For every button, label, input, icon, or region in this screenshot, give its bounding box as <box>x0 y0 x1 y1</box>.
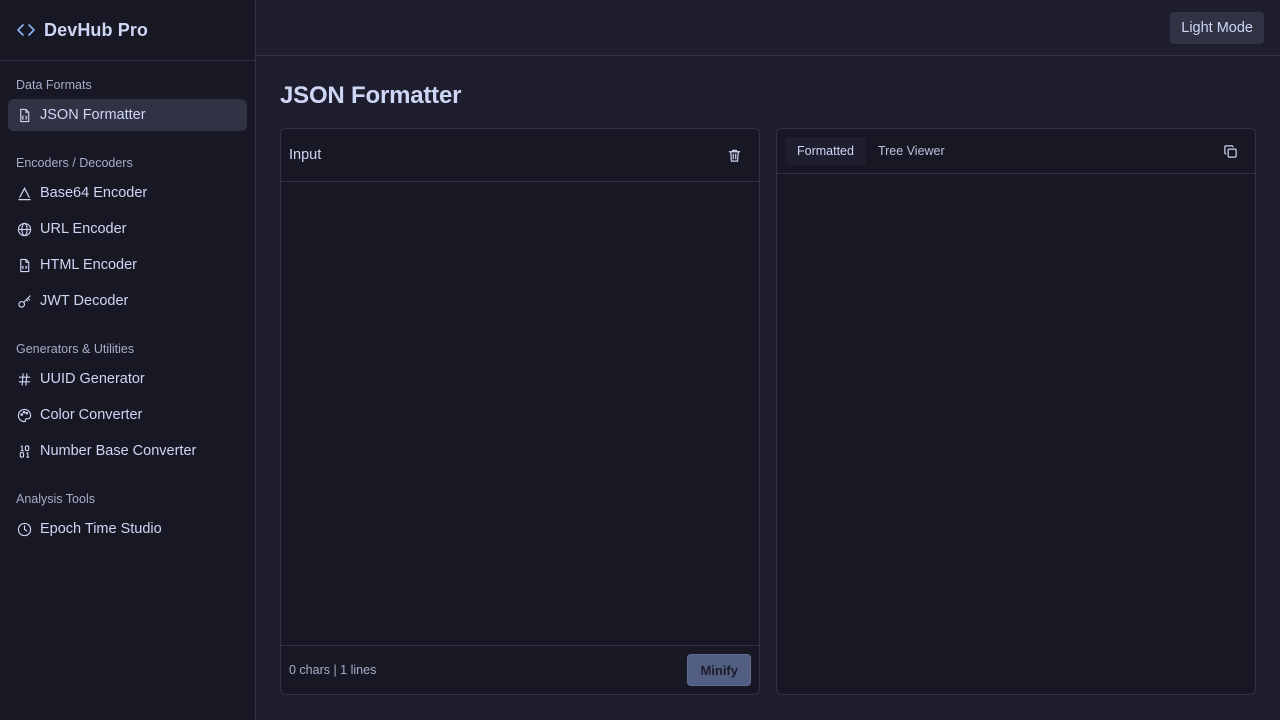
clock-icon <box>16 521 32 537</box>
section-title-analysis-tools: Analysis Tools <box>16 492 95 506</box>
sidebar-item-label: Base64 Encoder <box>40 185 148 201</box>
top-header: Light Mode <box>256 0 1280 56</box>
sidebar-item-html-encoder[interactable]: HTML Encoder <box>8 249 247 281</box>
section-title-generators-utilities: Generators & Utilities <box>16 342 135 356</box>
input-panel-header: Input <box>281 129 759 182</box>
input-panel: Input 0 chars | 1 lines Minify <box>280 128 760 695</box>
file-json-icon <box>16 107 32 123</box>
light-mode-button[interactable]: Light Mode <box>1170 12 1264 44</box>
sidebar-item-url-encoder[interactable]: URL Encoder <box>8 213 247 245</box>
copy-icon[interactable] <box>1222 143 1238 159</box>
sidebar-item-label: HTML Encoder <box>40 257 137 273</box>
sidebar-item-label: URL Encoder <box>40 221 127 237</box>
tab-formatted[interactable]: Formatted <box>785 137 866 165</box>
page-title: JSON Formatter <box>280 82 462 109</box>
code-brackets-icon <box>16 20 36 40</box>
file-code-icon <box>16 257 32 273</box>
key-icon <box>16 293 32 309</box>
sidebar-item-label: Epoch Time Studio <box>40 521 162 537</box>
sidebar-item-jwt-decoder[interactable]: JWT Decoder <box>8 285 247 317</box>
base64-icon <box>16 185 32 201</box>
sidebar-item-label: Number Base Converter <box>40 443 197 459</box>
output-tabs: Formatted Tree Viewer <box>785 137 957 165</box>
section-title-data-formats: Data Formats <box>16 78 92 92</box>
sidebar-item-base64-encoder[interactable]: Base64 Encoder <box>8 177 247 209</box>
json-input-textarea[interactable] <box>281 182 759 646</box>
sidebar-item-color-converter[interactable]: Color Converter <box>8 399 247 431</box>
input-panel-footer: 0 chars | 1 lines Minify <box>281 645 759 694</box>
palette-icon <box>16 407 32 423</box>
formatted-output-area[interactable] <box>777 174 1255 694</box>
trash-icon[interactable] <box>726 147 742 163</box>
globe-icon <box>16 221 32 237</box>
app-title: DevHub Pro <box>44 19 149 40</box>
binary-icon <box>16 443 32 459</box>
sidebar-nav: Data Formats JSON Formatter Encoders / D… <box>0 61 255 545</box>
output-panel-header: Formatted Tree Viewer <box>777 129 1255 174</box>
input-label: Input <box>289 147 322 163</box>
sidebar-item-label: JWT Decoder <box>40 293 129 309</box>
sidebar-item-json-formatter[interactable]: JSON Formatter <box>8 99 247 131</box>
section-title-encoders-decoders: Encoders / Decoders <box>16 156 133 170</box>
sidebar-item-epoch-time-studio[interactable]: Epoch Time Studio <box>8 513 247 545</box>
sidebar-item-label: Color Converter <box>40 407 143 423</box>
tab-tree-viewer[interactable]: Tree Viewer <box>866 137 957 165</box>
minify-button[interactable]: Minify <box>687 654 751 686</box>
sidebar-item-uuid-generator[interactable]: UUID Generator <box>8 363 247 395</box>
sidebar-item-label: JSON Formatter <box>40 107 146 123</box>
brand: DevHub Pro <box>0 0 255 61</box>
output-panel: Formatted Tree Viewer <box>776 128 1256 695</box>
char-line-stats: 0 chars | 1 lines <box>289 663 377 677</box>
sidebar-item-label: UUID Generator <box>40 371 145 387</box>
sidebar-item-number-base-converter[interactable]: Number Base Converter <box>8 435 247 467</box>
hash-icon <box>16 371 32 387</box>
sidebar: DevHub Pro Data Formats JSON Formatter E… <box>0 0 256 720</box>
